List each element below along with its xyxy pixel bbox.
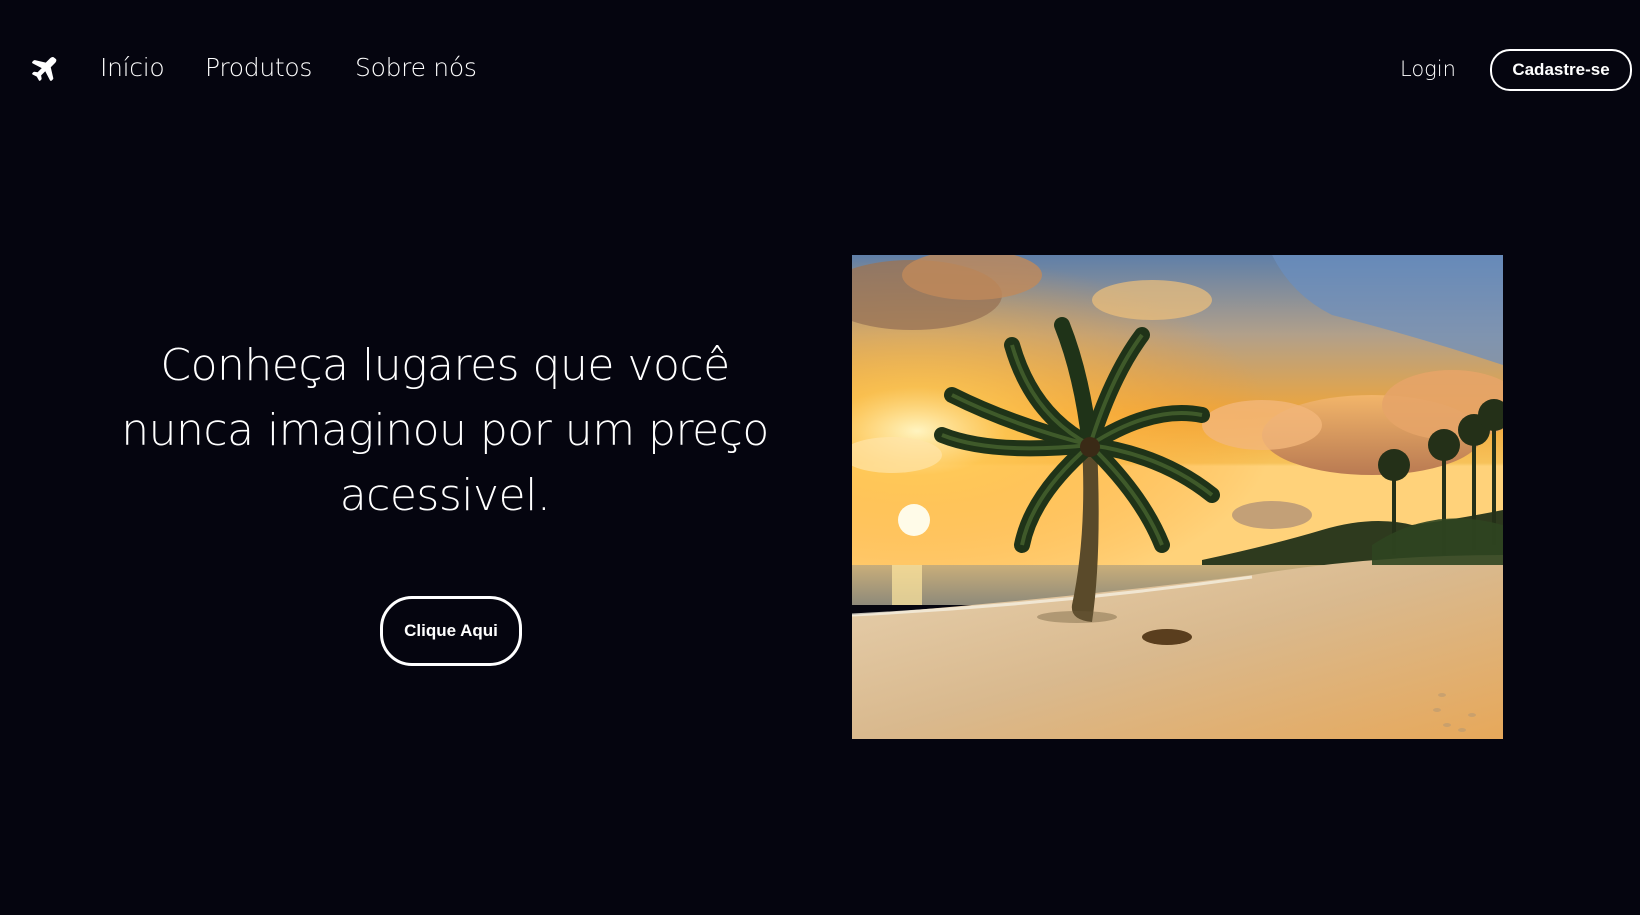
top-navigation: Início Produtos Sobre nós Login Cadastre… [0, 0, 1640, 140]
nav-link-inicio[interactable]: Início [100, 48, 165, 88]
hero-image-beach-sunset [852, 255, 1503, 739]
signup-button[interactable]: Cadastre-se [1490, 49, 1632, 91]
airplane-icon[interactable] [29, 55, 59, 85]
nav-link-produtos[interactable]: Produtos [205, 48, 312, 88]
hero-headline: Conheça lugares que você nunca imaginou … [121, 340, 769, 521]
cta-button[interactable]: Clique Aqui [380, 596, 522, 666]
nav-link-sobre-nos[interactable]: Sobre nós [355, 48, 477, 88]
login-link[interactable]: Login [1400, 50, 1456, 88]
